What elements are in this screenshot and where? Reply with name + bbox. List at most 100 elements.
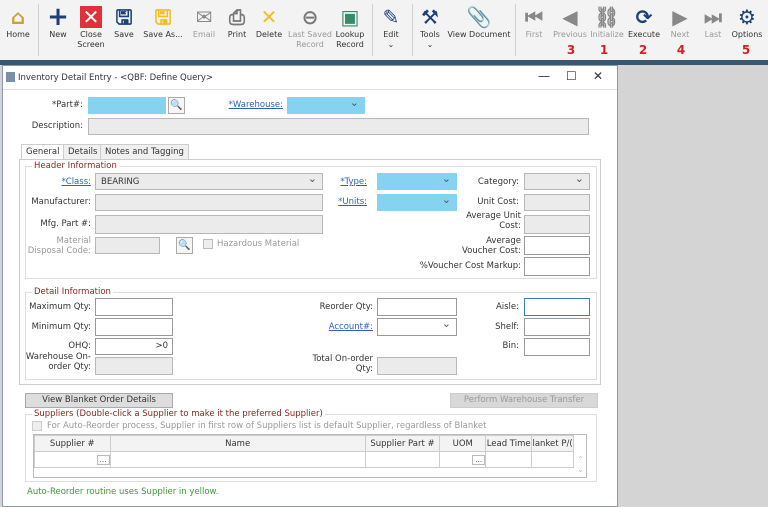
col-uom[interactable]: UOM bbox=[439, 435, 487, 452]
voucher-markup-input[interactable] bbox=[524, 257, 590, 276]
blanket-cell[interactable] bbox=[531, 451, 574, 468]
close-window-button[interactable]: ✕ bbox=[593, 69, 603, 83]
label: Print bbox=[227, 30, 247, 39]
warehouse-transfer-button[interactable]: Perform Warehouse Transfer bbox=[450, 393, 598, 408]
auto-reorder-checkbox[interactable] bbox=[32, 421, 42, 431]
label: Last bbox=[704, 30, 722, 39]
supplier-part-cell[interactable] bbox=[364, 451, 441, 468]
save-button[interactable]: 🖫 Save bbox=[114, 4, 134, 40]
view-blanket-order-button[interactable]: View Blanket Order Details bbox=[25, 393, 173, 408]
avg-unit-cost-input[interactable] bbox=[524, 215, 590, 234]
table-row[interactable]: … … bbox=[34, 451, 574, 468]
group-title: Detail Information bbox=[32, 287, 113, 297]
account-link[interactable]: Account#: bbox=[293, 322, 373, 332]
label: Save As... bbox=[143, 30, 183, 39]
home-button[interactable]: ⌂ Home bbox=[6, 4, 30, 40]
mfg-part-input[interactable] bbox=[95, 215, 323, 234]
bin-input[interactable] bbox=[524, 338, 590, 356]
supplier-cell[interactable]: … bbox=[34, 451, 111, 468]
category-select[interactable] bbox=[524, 172, 590, 190]
next-button[interactable]: ▶ Next bbox=[671, 4, 690, 40]
save-as-button[interactable]: 🖫 Save As... bbox=[143, 4, 182, 40]
new-button[interactable]: + New bbox=[47, 4, 69, 40]
lookup-record-button[interactable]: ▣ Lookup Record bbox=[334, 4, 366, 50]
tab-notes-and-tagging[interactable]: Notes and Tagging bbox=[100, 144, 189, 159]
type-link[interactable]: *Type: bbox=[323, 177, 367, 187]
options-button[interactable]: ⚙ Options bbox=[732, 4, 763, 40]
col-blanket-po[interactable]: lanket P/( bbox=[531, 435, 574, 452]
maximum-qty-input[interactable] bbox=[95, 298, 173, 316]
part-input[interactable] bbox=[88, 97, 166, 114]
uom-cell[interactable]: … bbox=[439, 451, 487, 468]
inventory-detail-window: Inventory Detail Entry - <QBF: Define Qu… bbox=[2, 65, 618, 507]
scrollbar[interactable]: ⌃ ⌄ bbox=[577, 455, 584, 475]
separator bbox=[515, 4, 516, 56]
aisle-input[interactable] bbox=[524, 298, 590, 316]
step-number: 2 bbox=[638, 43, 648, 57]
reorder-qty-input[interactable] bbox=[377, 298, 457, 316]
last-saved-record-button[interactable]: ⊖ Last Saved Record bbox=[288, 4, 332, 50]
refresh-icon: ⟳ bbox=[635, 5, 653, 29]
plus-icon: + bbox=[47, 2, 69, 32]
gear-icon: ⚙ bbox=[738, 5, 756, 29]
last-button[interactable]: ⏭ Last bbox=[704, 4, 722, 40]
avg-voucher-cost-label: Average Voucher Cost: bbox=[462, 236, 521, 256]
initialize-button[interactable]: ⛓ Initialize bbox=[590, 4, 623, 40]
label: Execute bbox=[628, 30, 660, 39]
label: Lookup Record bbox=[335, 30, 365, 49]
unit-cost-input[interactable] bbox=[524, 194, 590, 211]
mfg-part-label: Mfg. Part #: bbox=[40, 219, 91, 229]
print-button[interactable]: ⎙ Print bbox=[228, 4, 246, 40]
search-icon: 🔍 bbox=[170, 100, 183, 111]
lead-time-cell[interactable] bbox=[485, 451, 533, 468]
hazardous-label: Hazardous Material bbox=[217, 239, 300, 249]
minimum-qty-label: Minimum Qty: bbox=[31, 322, 91, 332]
close-icon: ✕ bbox=[76, 4, 106, 30]
email-button[interactable]: ✉ Email bbox=[193, 4, 215, 40]
material-disposal-input[interactable] bbox=[95, 237, 160, 254]
ohq-input[interactable]: >0 bbox=[95, 338, 173, 355]
tab-details[interactable]: Details bbox=[63, 144, 103, 159]
col-supplier-part[interactable]: Supplier Part # bbox=[364, 435, 441, 452]
first-icon: ⏮ bbox=[525, 5, 543, 29]
total-onorder-input[interactable] bbox=[377, 357, 457, 375]
col-lead-time[interactable]: Lead Time bbox=[485, 435, 533, 452]
class-select[interactable]: BEARING bbox=[95, 172, 323, 190]
category-label: Category: bbox=[477, 177, 519, 187]
avg-voucher-cost-input[interactable] bbox=[524, 236, 590, 255]
first-button[interactable]: ⏮ First bbox=[525, 4, 543, 40]
delete-icon: ✕ bbox=[260, 5, 278, 29]
edit-button[interactable]: ✎ Edit ⌄ bbox=[383, 4, 400, 50]
minimize-button[interactable]: — bbox=[538, 69, 550, 83]
hazardous-checkbox[interactable] bbox=[203, 239, 213, 249]
material-search-button[interactable]: 🔍 bbox=[176, 237, 193, 254]
label: First bbox=[525, 30, 543, 39]
execute-button[interactable]: ⟳ Execute bbox=[628, 4, 660, 40]
back-arrow-icon: ⊖ bbox=[301, 5, 319, 29]
description-input[interactable] bbox=[88, 118, 589, 135]
warehouse-select[interactable] bbox=[287, 96, 365, 114]
units-link[interactable]: *Units: bbox=[323, 197, 367, 207]
shelf-input[interactable] bbox=[524, 318, 590, 336]
class-link[interactable]: *Class: bbox=[33, 177, 91, 187]
warehouse-onorder-input[interactable] bbox=[95, 357, 173, 375]
manufacturer-input[interactable] bbox=[95, 194, 323, 211]
footer-note: Auto-Reorder routine uses Supplier in ye… bbox=[27, 487, 219, 497]
ellipsis-button[interactable]: … bbox=[96, 454, 110, 465]
tools-button[interactable]: ⚒ Tools ⌄ bbox=[420, 4, 440, 50]
delete-button[interactable]: ✕ Delete bbox=[256, 4, 282, 40]
col-name[interactable]: Name bbox=[109, 435, 366, 452]
maximize-button[interactable]: ☐ bbox=[566, 69, 577, 83]
warehouse-link[interactable]: *Warehouse: bbox=[223, 100, 283, 110]
col-supplier[interactable]: Supplier # bbox=[34, 435, 111, 452]
name-cell[interactable] bbox=[109, 451, 366, 468]
ellipsis-button[interactable]: … bbox=[472, 454, 486, 465]
tab-general[interactable]: General bbox=[21, 144, 65, 160]
account-select[interactable] bbox=[377, 317, 457, 336]
group-title: Header Information bbox=[32, 161, 119, 171]
part-search-button[interactable]: 🔍 bbox=[168, 97, 185, 114]
view-document-button[interactable]: 📎 View Document bbox=[448, 4, 511, 40]
minimum-qty-input[interactable] bbox=[95, 318, 173, 336]
close-screen-button[interactable]: ✕ Close Screen bbox=[76, 4, 106, 50]
previous-button[interactable]: ◀ Previous bbox=[553, 4, 587, 40]
